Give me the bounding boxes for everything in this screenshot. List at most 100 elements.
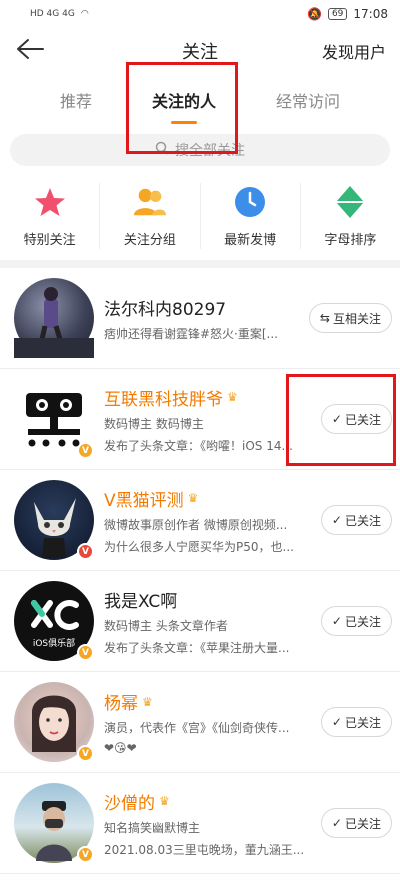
alpha-sort-label: 字母排序 — [324, 232, 377, 248]
check-icon: ✓ — [331, 816, 342, 830]
user-latest: 发布了头条文章：《哟嚯！iOS 14... — [104, 438, 293, 453]
user-name-text: 沙僧的 — [104, 793, 155, 814]
mutual-follow-button[interactable]: ⇆ 互相关注 — [308, 303, 392, 333]
clock-time: 17:08 — [353, 7, 388, 21]
verified-badge: V — [77, 442, 94, 459]
user-desc: 演员，代表作《宫》《仙剑奇侠传... — [104, 721, 290, 735]
star-icon — [33, 185, 67, 219]
tab-bar: 推荐 关注的人 经常访问 — [0, 74, 400, 126]
avatar[interactable]: V — [14, 682, 94, 762]
followed-button[interactable]: ✓ 已关注 — [320, 808, 392, 838]
quick-actions: 特别关注 关注分组 最新发博 字母排序 — [0, 172, 400, 268]
discover-users-button[interactable]: 发现用户 — [322, 39, 386, 63]
avatar[interactable] — [14, 278, 94, 358]
list-item[interactable]: V V黑猫评测 ♛ 微博故事原创作者 微博原创视频... 为什么很多人宁愿买华为P… — [0, 470, 400, 571]
clock-icon — [233, 185, 267, 219]
latest-posts-button[interactable]: 最新发博 — [201, 183, 301, 249]
user-name[interactable]: 杨幂 ♛ — [104, 689, 315, 714]
mute-icon: 🔕 — [307, 7, 322, 21]
search-icon — [155, 141, 169, 159]
follow-button-label: 互相关注 — [332, 311, 381, 326]
tab-frequent[interactable]: 经常访问 — [268, 82, 348, 118]
special-follow-button[interactable]: 特别关注 — [0, 183, 101, 249]
check-icon: ✓ — [331, 412, 342, 426]
verified-badge: V — [77, 543, 94, 560]
crown-icon: ♛ — [142, 694, 153, 709]
search-placeholder: 搜全部关注 — [175, 143, 245, 159]
follow-group-label: 关注分组 — [123, 232, 176, 248]
following-list: 法尔科内80297 痞帅还得看谢霆锋#怒火·重案[... ⇆ 互相关注 V 互联… — [0, 268, 400, 874]
avatar[interactable]: iOS俱乐部 V — [14, 581, 94, 661]
user-desc: 痞帅还得看谢霆锋#怒火·重案[... — [104, 326, 278, 341]
list-item[interactable]: V 杨幂 ♛ 演员，代表作《宫》《仙剑奇侠传... ❤😘❤ ✓ 已关注 — [0, 672, 400, 773]
list-item[interactable]: 法尔科内80297 痞帅还得看谢霆锋#怒火·重案[... ⇆ 互相关注 — [0, 268, 400, 369]
crown-icon: ♛ — [187, 491, 199, 505]
battery-indicator: 69 — [327, 8, 348, 20]
signal-indicators: HD 4G 4G — [30, 9, 75, 19]
avatar[interactable]: V — [14, 379, 94, 459]
user-name-text: 互联黑科技胖爷 — [104, 389, 223, 410]
user-name[interactable]: V黑猫评测 ♛ — [104, 486, 315, 511]
follow-button-label: 已关注 — [344, 412, 381, 427]
avatar[interactable]: V — [14, 783, 94, 863]
user-name[interactable]: 互联黑科技胖爷 ♛ — [104, 385, 315, 410]
user-name[interactable]: 法尔科内80297 — [104, 295, 303, 320]
check-icon: ✓ — [331, 715, 342, 729]
latest-posts-label: 最新发博 — [224, 232, 277, 248]
user-info: 互联黑科技胖爷 ♛ 数码博主 数码博主 发布了头条文章：《哟嚯！iOS 14... — [104, 385, 315, 454]
user-info: 杨幂 ♛ 演员，代表作《宫》《仙剑奇侠传... ❤😘❤ — [104, 689, 315, 755]
user-latest: 2021.08.03三里屯晚场，董九涵王... — [104, 842, 305, 857]
check-icon: ✓ — [331, 614, 342, 628]
group-icon — [133, 185, 167, 219]
search-input[interactable]: 搜全部关注 — [10, 134, 390, 166]
status-bar: HD 4G 4G ◠ 🔕 69 17:08 — [0, 0, 400, 28]
user-info: 法尔科内80297 痞帅还得看谢霆锋#怒火·重案[... — [104, 295, 303, 342]
user-desc: 知名搞笑幽默博主 — [104, 820, 201, 835]
user-latest: ❤😘❤ — [104, 741, 137, 755]
user-desc: 数码博主 数码博主 — [104, 416, 204, 431]
user-info: 我是XC啊 数码博主 头条文章作者 发布了头条文章：《苹果注册大量... — [104, 587, 315, 656]
user-desc: 微博故事原创作者 微博原创视频... — [104, 517, 288, 532]
followed-button[interactable]: ✓ 已关注 — [320, 707, 392, 737]
swap-icon: ⇆ — [319, 311, 330, 325]
followed-button[interactable]: ✓ 已关注 — [320, 606, 392, 636]
diamond-icon — [333, 185, 367, 219]
user-name-text: V黑猫评测 — [104, 490, 184, 511]
user-latest: 发布了头条文章：《苹果注册大量... — [104, 640, 290, 655]
header: 关注 发现用户 — [0, 28, 400, 74]
verified-badge: V — [77, 846, 94, 863]
check-icon: ✓ — [331, 513, 342, 527]
follow-group-button[interactable]: 关注分组 — [100, 183, 201, 249]
followed-button[interactable]: ✓ 已关注 — [320, 404, 392, 434]
user-name[interactable]: 我是XC啊 — [104, 587, 315, 612]
verified-badge: V — [77, 644, 94, 661]
follow-button-label: 已关注 — [344, 614, 381, 629]
crown-icon: ♛ — [227, 390, 238, 404]
user-info: 沙僧的 ♛ 知名搞笑幽默博主 2021.08.03三里屯晚场，董九涵王... — [104, 789, 315, 858]
special-follow-label: 特别关注 — [23, 232, 76, 248]
list-item[interactable]: iOS俱乐部 V 我是XC啊 数码博主 头条文章作者 发布了头条文章：《苹果注册… — [0, 571, 400, 672]
user-latest: 为什么很多人宁愿买华为P50，也... — [104, 539, 294, 554]
user-name[interactable]: 沙僧的 ♛ — [104, 789, 315, 814]
crown-icon: ♛ — [159, 794, 170, 808]
user-name-text: 法尔科内80297 — [104, 299, 227, 320]
user-info: V黑猫评测 ♛ 微博故事原创作者 微博原创视频... 为什么很多人宁愿买华为P50… — [104, 486, 315, 555]
user-name-text: 杨幂 — [104, 694, 138, 714]
list-item[interactable]: V 沙僧的 ♛ 知名搞笑幽默博主 2021.08.03三里屯晚场，董九涵王... … — [0, 773, 400, 874]
status-left: HD 4G 4G ◠ — [30, 9, 89, 19]
tab-recommended[interactable]: 推荐 — [52, 82, 100, 118]
followed-button[interactable]: ✓ 已关注 — [320, 505, 392, 535]
list-item[interactable]: V 互联黑科技胖爷 ♛ 数码博主 数码博主 发布了头条文章：《哟嚯！iOS 14.… — [0, 369, 400, 470]
user-desc: 数码博主 头条文章作者 — [104, 618, 228, 633]
follow-button-label: 已关注 — [344, 715, 381, 730]
tab-following[interactable]: 关注的人 — [144, 82, 224, 124]
user-name-text: 我是XC啊 — [104, 591, 178, 612]
wifi-icon: ◠ — [80, 9, 89, 19]
follow-button-label: 已关注 — [344, 513, 381, 528]
alpha-sort-button[interactable]: 字母排序 — [301, 183, 400, 249]
follow-button-label: 已关注 — [344, 816, 381, 831]
avatar[interactable]: V — [14, 480, 94, 560]
status-right: 🔕 69 17:08 — [307, 7, 388, 21]
verified-badge: V — [77, 745, 94, 762]
back-arrow-icon[interactable] — [16, 36, 56, 66]
